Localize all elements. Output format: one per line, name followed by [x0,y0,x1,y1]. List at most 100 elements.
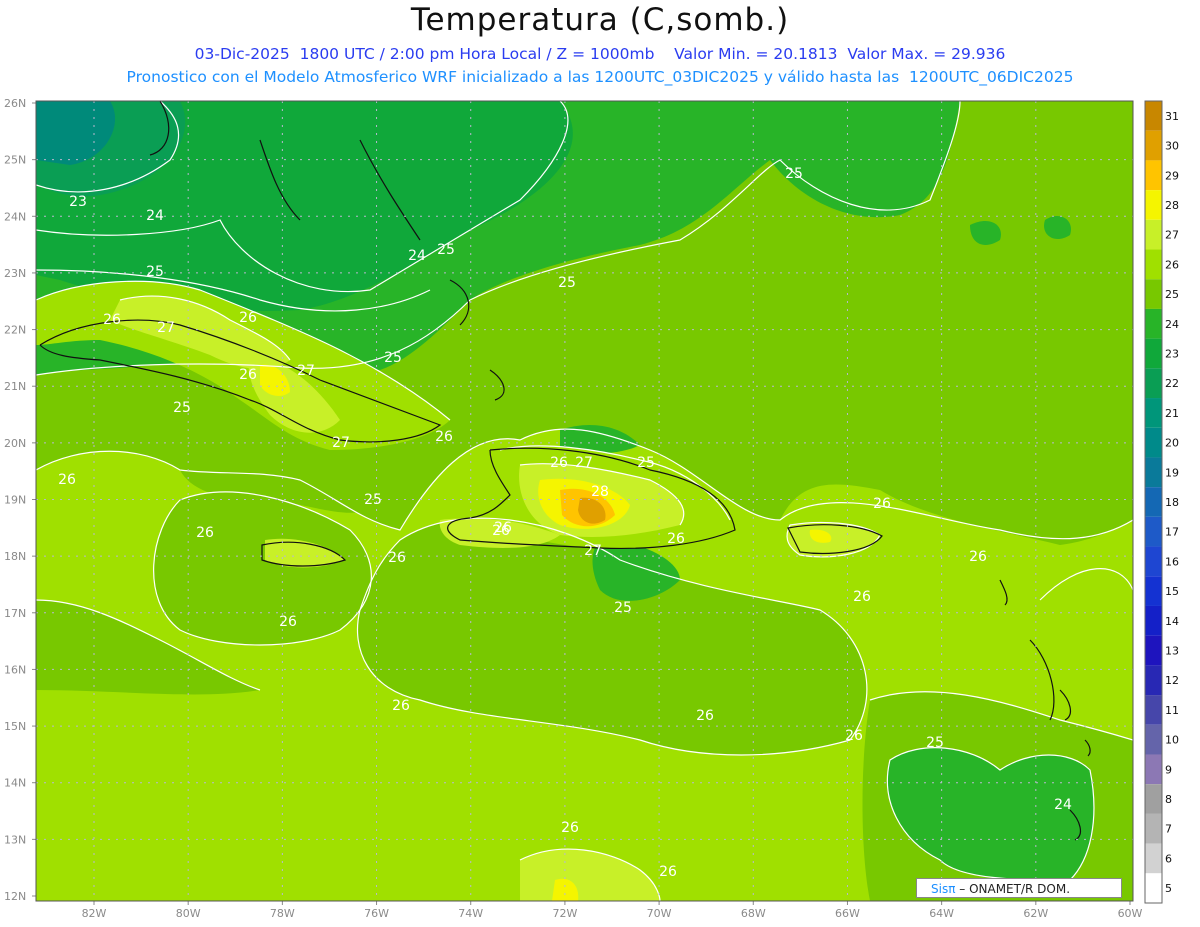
latitude-label: 16N [4,663,26,676]
colorbar-label: 5 [1165,882,1172,895]
contour-label: 25 [614,600,632,616]
colorbar-label: 28 [1165,199,1179,212]
colorbar-label: 25 [1165,288,1179,301]
colorbar: 31 30 29 28 27 26 25 24 23 22 21 20 19 18 17 16 15 14 13 12… [1144,100,1179,904]
colorbar-label: 29 [1165,169,1179,182]
longitude-label: 74W [458,907,483,920]
contour-label: 26 [873,496,891,512]
colorbar-segment [1145,576,1162,606]
colorbar-segment [1145,279,1162,309]
latitude-label: 14N [4,777,26,790]
latitude-label: 12N [4,890,26,903]
colorbar-segment [1145,546,1162,577]
contour-label: 26 [239,310,257,326]
longitude-label: 72W [552,907,577,920]
latitude-label: 23N [4,267,26,280]
contour-label: 26 [279,614,297,630]
colorbar-label: 27 [1165,229,1179,242]
colorbar-label: 23 [1165,347,1179,360]
colorbar-label: 8 [1165,793,1172,806]
contour-label: 26 [103,312,121,328]
contour-label: 26 [853,589,871,605]
longitude-labels: 82W 80W 78W 76W 74W 72W 70W 68W 66W 64W 62W 60W [82,901,1143,920]
contour-label: 26 [667,531,685,547]
latitude-label: 13N [4,833,26,846]
colorbar-label: 26 [1165,258,1179,271]
contour-label: 25 [146,264,164,280]
contour-label: 26 [58,472,76,488]
colorbar-segment [1145,784,1162,814]
colorbar-segment [1145,398,1162,428]
contour-label: 26 [659,864,677,880]
contour-label: 26 [388,550,406,566]
contour-label: 26 [435,429,453,445]
longitude-label: 78W [270,907,295,920]
colorbar-label: 9 [1165,763,1172,776]
colorbar-label: 16 [1165,555,1179,568]
contour-label: 24 [1054,797,1072,813]
colorbar-label: 14 [1165,615,1179,628]
contour-label: 25 [437,242,455,258]
contour-label: 25 [558,275,576,291]
watermark: Sisπ – ONAMET/R DOM. [916,878,1122,898]
colorbar-segment [1145,160,1162,191]
colorbar-segment [1145,457,1162,488]
contour-label: 26 [969,549,987,565]
contour-label: 26 [561,820,579,836]
colorbar-label: 10 [1165,734,1179,747]
contour-label: 27 [575,455,593,471]
colorbar-segment [1145,754,1162,785]
latitude-label: 19N [4,494,26,507]
watermark-sis: Sisπ [931,882,956,896]
contour-label: 27 [584,543,602,559]
colorbar-label: 6 [1165,852,1172,865]
colorbar-label: 17 [1165,526,1179,539]
contour-label: 25 [364,492,382,508]
contour-label: 28 [591,484,609,500]
contour-label: 26 [550,455,568,471]
contour-label: 26 [239,367,257,383]
colorbar-label: 18 [1165,496,1179,509]
contour-label: 26 [696,708,714,724]
colorbar-segment [1145,308,1162,339]
latitude-label: 18N [4,550,26,563]
colorbar-segment [1145,249,1162,280]
contour-label: 25 [785,166,803,182]
colorbar-label: 24 [1165,318,1179,331]
colorbar-segment [1145,338,1162,369]
contour-label: 24 [408,248,426,264]
longitude-label: 80W [176,907,201,920]
contour-label: 27 [297,363,315,379]
latitude-label: 15N [4,720,26,733]
temperature-map: 26N 25N 24N 23N 22N 21N 20N 19N 18N 17N 16N 15N 14N 1… [4,97,1179,920]
longitude-label: 64W [929,907,954,920]
colorbar-segment [1145,695,1162,725]
latitude-labels: 26N 25N 24N 23N 22N 21N 20N 19N 18N 17N 16N 15N 14N 1… [4,97,36,903]
colorbar-label: 22 [1165,377,1179,390]
contour-label: 27 [157,320,175,336]
contour-label: 27 [332,435,350,451]
contour-label: 25 [926,735,944,751]
contour-label: 24 [146,208,164,224]
colorbar-label: 11 [1165,704,1179,717]
colorbar-label: 20 [1165,437,1179,450]
colorbar-label: 12 [1165,674,1179,687]
colorbar-label: 7 [1165,823,1172,836]
colorbar-segment [1145,368,1162,399]
colorbar-segment [1145,190,1162,220]
longitude-label: 66W [835,907,860,920]
contour-label: 25 [637,455,655,471]
colorbar-segment [1145,487,1162,517]
colorbar-segment [1145,516,1162,547]
colorbar-label: 13 [1165,645,1179,658]
colorbar-label: 19 [1165,466,1179,479]
latitude-label: 24N [4,210,26,223]
colorbar-segment [1145,219,1162,250]
latitude-label: 17N [4,607,26,620]
contour-label: 25 [173,400,191,416]
longitude-label: 70W [647,907,672,920]
colorbar-label: 30 [1165,140,1179,153]
colorbar-label: 31 [1165,110,1179,123]
longitude-label: 68W [741,907,766,920]
colorbar-label: 21 [1165,407,1179,420]
